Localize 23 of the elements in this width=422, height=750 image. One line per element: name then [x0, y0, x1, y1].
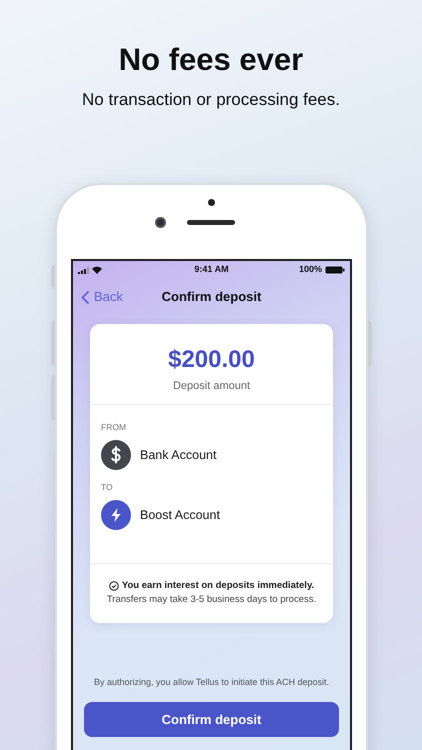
battery-icon	[325, 266, 345, 274]
account-name: Bank Account	[140, 446, 216, 464]
signal-icon	[78, 266, 89, 274]
account-heading: TO	[101, 482, 114, 493]
account-name: Boost Account	[140, 506, 220, 524]
chevron-left-icon	[81, 290, 89, 304]
screen-title: Confirm deposit	[162, 288, 262, 306]
notice-detail: Transfers may take 3-5 business days to process.	[106, 593, 316, 606]
authorization-disclaimer: By authorizing, you allow Tellus to initiate this ACH deposit.	[93, 676, 330, 688]
notice-headline: You earn interest on deposits immediately.	[122, 579, 314, 592]
headline: No fees ever	[118, 42, 304, 78]
wifi-icon	[92, 266, 102, 274]
account-heading: FROM	[101, 422, 128, 433]
amount-label: Deposit amount	[172, 379, 250, 394]
speaker-grille	[187, 220, 235, 225]
lightning-bolt-icon	[101, 500, 131, 530]
confirm-deposit-button[interactable]: Confirm deposit	[84, 702, 339, 737]
deposit-amount: $200.00	[168, 346, 255, 374]
check-circle-icon	[108, 580, 119, 590]
status-time: 9:41 AM	[194, 263, 229, 276]
dollar-sign-icon	[101, 440, 131, 470]
subheadline: No transaction or processing fees.	[82, 89, 340, 111]
battery-percentage: 100%	[298, 263, 322, 276]
